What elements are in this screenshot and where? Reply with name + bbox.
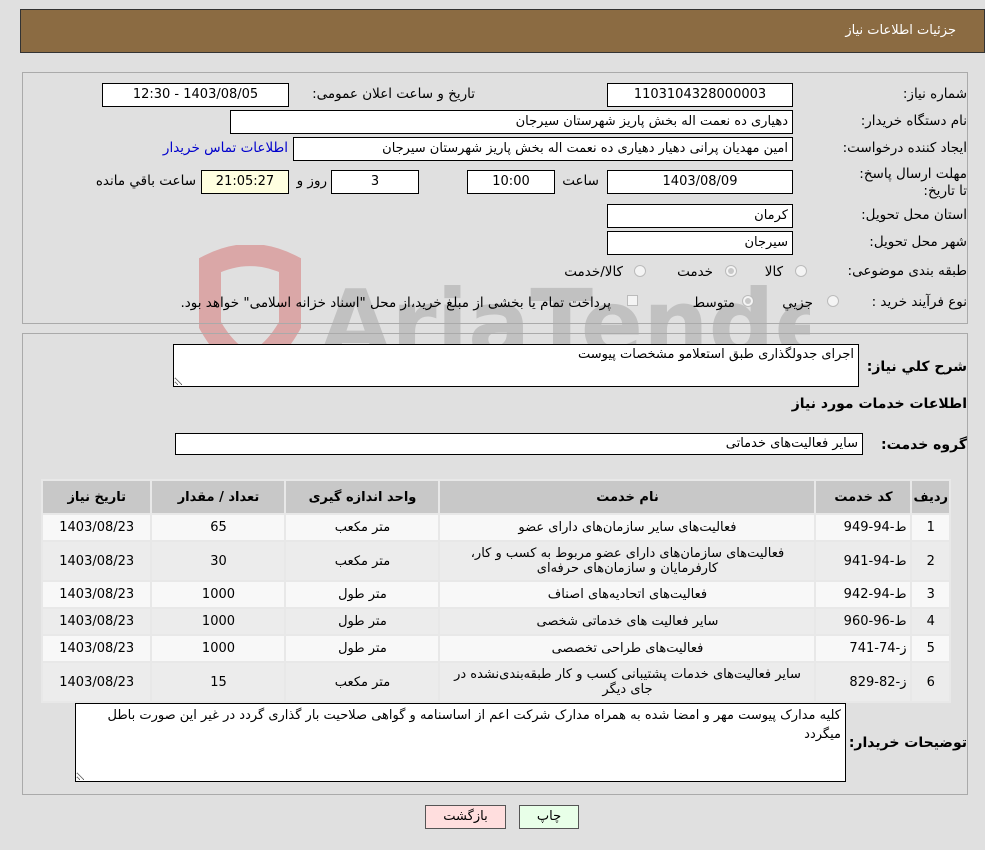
- cell-unit: متر طول: [284, 634, 441, 663]
- cell-need-date: 1403/08/23: [40, 661, 153, 703]
- process-radio-minor[interactable]: [827, 295, 839, 307]
- buyer-notes-textarea[interactable]: کلیه مدارک پیوست مهر و امضا شده به همراه…: [75, 703, 846, 782]
- buyer-contact-link[interactable]: اطلاعات تماس خریدار: [163, 140, 288, 156]
- cell-row-number: 3: [910, 580, 951, 609]
- cell-row-number: 6: [910, 661, 951, 703]
- table-row: 5 ز-74-741 فعالیت‌های طراحی تخصصی متر طو…: [40, 634, 951, 663]
- cell-row-number: 4: [910, 607, 951, 636]
- time-remaining-field: 21:05:27: [201, 170, 289, 194]
- table-header-row: ردیف کد خدمت نام خدمت واحد اندازه گیری ت…: [40, 479, 951, 515]
- cell-service-name: سایر فعالیت های خدماتی شخصی: [438, 607, 817, 636]
- cell-service-name: فعالیت‌های سازمان‌های دارای عضو مربوط به…: [438, 540, 817, 582]
- buyer-org-label: نام دستگاه خریدار:: [860, 113, 967, 129]
- cell-unit: متر مکعب: [284, 661, 441, 703]
- category-option-service: خدمت: [677, 264, 713, 280]
- cell-quantity: 1000: [150, 580, 287, 609]
- cell-need-date: 1403/08/23: [40, 580, 153, 609]
- cell-service-code: ز-82-829: [814, 661, 913, 703]
- cell-need-date: 1403/08/23: [40, 540, 153, 582]
- cell-need-date: 1403/08/23: [40, 634, 153, 663]
- description-label: شرح کلي نیاز:: [866, 359, 967, 375]
- table-row: 4 ط-96-960 سایر فعالیت های خدماتی شخصی م…: [40, 607, 951, 636]
- city-field: سیرجان: [607, 231, 793, 255]
- service-group-field: سایر فعالیت‌های خدماتی: [175, 433, 863, 455]
- province-label: استان محل تحویل:: [861, 207, 967, 223]
- col-unit: واحد اندازه گیری: [284, 479, 441, 515]
- cell-row-number: 2: [910, 540, 951, 582]
- back-button[interactable]: بازگشت: [425, 805, 506, 829]
- cell-service-name: فعالیت‌های اتحادیه‌های اصناف: [438, 580, 817, 609]
- col-quantity: تعداد / مقدار: [150, 479, 287, 515]
- col-service-name: نام خدمت: [438, 479, 817, 515]
- col-row-number: ردیف: [910, 479, 951, 515]
- deadline-time-field: 10:00: [467, 170, 555, 194]
- process-option-medium: متوسط: [692, 295, 735, 311]
- cell-quantity: 1000: [150, 607, 287, 636]
- cell-service-code: ط-96-960: [814, 607, 913, 636]
- cell-service-name: سایر فعالیت‌های خدمات پشتیبانی کسب و کار…: [438, 661, 817, 703]
- requester-field: امین مهدیان پرانی دهیار دهیاری ده نعمت ا…: [293, 137, 793, 161]
- cell-quantity: 30: [150, 540, 287, 582]
- buyer-notes-label: توضیحات خریدار:: [848, 735, 967, 751]
- category-radio-goods-service[interactable]: [634, 265, 646, 277]
- deadline-date-field: 1403/08/09: [607, 170, 793, 194]
- buyer-org-field: دهیاری ده نعمت اله بخش پاریز شهرستان سیر…: [230, 110, 793, 134]
- category-option-goods-service: کالا/خدمت: [564, 264, 623, 280]
- province-field: کرمان: [607, 204, 793, 228]
- category-radio-goods[interactable]: [795, 265, 807, 277]
- cell-quantity: 15: [150, 661, 287, 703]
- cell-unit: متر مکعب: [284, 513, 441, 542]
- process-option-minor: جزیي: [782, 295, 813, 311]
- time-remaining-label: ساعت باقي مانده: [95, 173, 196, 189]
- category-option-goods: کالا: [764, 264, 783, 280]
- announce-datetime-field: 1403/08/05 - 12:30: [102, 83, 289, 107]
- cell-unit: متر طول: [284, 607, 441, 636]
- cell-service-code: ط-94-942: [814, 580, 913, 609]
- page-header: جزئیات اطلاعات نیاز: [20, 9, 985, 53]
- col-need-date: تاریخ نیاز: [40, 479, 153, 515]
- cell-service-code: ط-94-941: [814, 540, 913, 582]
- cell-unit: متر طول: [284, 580, 441, 609]
- treasury-payment-note: پرداخت تمام یا بخشی از مبلغ خرید،از محل …: [180, 295, 611, 311]
- process-radio-medium[interactable]: [742, 295, 754, 307]
- cell-service-name: فعالیت‌های طراحی تخصصی: [438, 634, 817, 663]
- deadline-label: مهلت ارسال پاسخ: تا تاریخ:: [859, 166, 967, 199]
- announce-datetime-label: تاریخ و ساعت اعلان عمومی:: [312, 86, 475, 102]
- days-remaining-field: 3: [331, 170, 419, 194]
- requester-label: ایجاد کننده درخواست:: [842, 140, 967, 156]
- services-section-title: اطلاعات خدمات مورد نیاز: [791, 396, 967, 412]
- cell-need-date: 1403/08/23: [40, 513, 153, 542]
- cell-service-code: ز-74-741: [814, 634, 913, 663]
- cell-service-code: ط-94-949: [814, 513, 913, 542]
- category-radio-service[interactable]: [725, 265, 737, 277]
- need-number-field: 1103104328000003: [607, 83, 793, 107]
- print-button[interactable]: چاپ: [519, 805, 579, 829]
- table-row: 3 ط-94-942 فعالیت‌های اتحادیه‌های اصناف …: [40, 580, 951, 609]
- table-row: 1 ط-94-949 فعالیت‌های سایر سازمان‌های دا…: [40, 513, 951, 542]
- cell-row-number: 1: [910, 513, 951, 542]
- description-textarea[interactable]: اجرای جدولگذاری طبق استعلامو مشخصات پیوس…: [173, 344, 859, 387]
- treasury-payment-checkbox[interactable]: [627, 295, 638, 306]
- cell-need-date: 1403/08/23: [40, 607, 153, 636]
- need-number-label: شماره نیاز:: [902, 86, 967, 102]
- days-label: روز و: [296, 173, 327, 189]
- process-label: نوع فرآیند خرید :: [871, 294, 967, 310]
- cell-service-name: فعالیت‌های سایر سازمان‌های دارای عضو: [438, 513, 817, 542]
- deadline-time-label: ساعت: [562, 173, 599, 189]
- col-service-code: کد خدمت: [814, 479, 913, 515]
- cell-quantity: 65: [150, 513, 287, 542]
- city-label: شهر محل تحویل:: [869, 234, 967, 250]
- table-row: 6 ز-82-829 سایر فعالیت‌های خدمات پشتیبان…: [40, 661, 951, 703]
- cell-row-number: 5: [910, 634, 951, 663]
- category-label: طبقه بندی موضوعی:: [847, 263, 967, 279]
- service-group-label: گروه خدمت:: [881, 437, 967, 453]
- services-table: ردیف کد خدمت نام خدمت واحد اندازه گیری ت…: [40, 479, 951, 703]
- table-row: 2 ط-94-941 فعالیت‌های سازمان‌های دارای ع…: [40, 540, 951, 582]
- page-title: جزئیات اطلاعات نیاز: [845, 23, 956, 38]
- cell-unit: متر مکعب: [284, 540, 441, 582]
- cell-quantity: 1000: [150, 634, 287, 663]
